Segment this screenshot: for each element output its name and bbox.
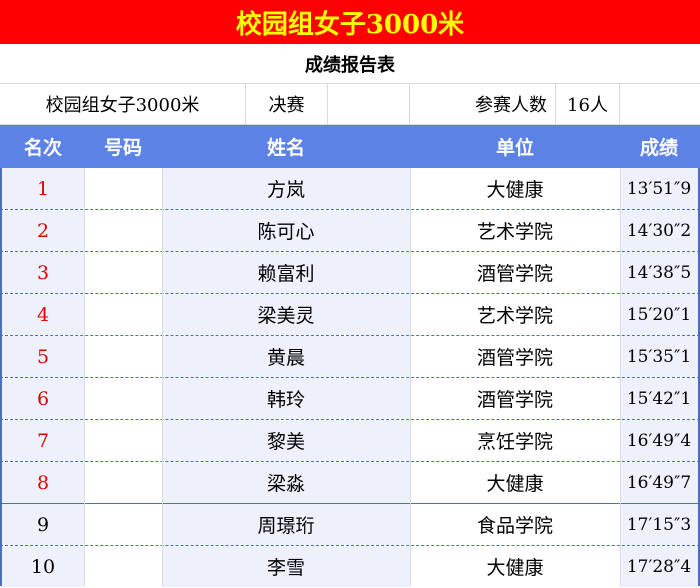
rank-cell: 1 bbox=[2, 168, 84, 209]
number-cell bbox=[84, 420, 162, 461]
unit-cell: 大健康 bbox=[410, 168, 620, 209]
round-label: 决赛 bbox=[246, 84, 328, 124]
unit-cell: 烹饪学院 bbox=[410, 420, 620, 461]
score-cell: 14′38″5 bbox=[620, 252, 698, 293]
unit-cell: 酒管学院 bbox=[410, 378, 620, 419]
number-cell bbox=[84, 252, 162, 293]
info-empty-cell bbox=[328, 84, 410, 124]
rank-cell: 8 bbox=[2, 462, 84, 503]
name-cell: 方岚 bbox=[162, 168, 410, 209]
name-cell: 黎美 bbox=[162, 420, 410, 461]
rank-cell: 6 bbox=[2, 378, 84, 419]
table-row: 10 李雪 大健康 17′28″4 bbox=[0, 546, 700, 588]
number-cell bbox=[84, 546, 162, 587]
number-cell bbox=[84, 210, 162, 251]
name-cell: 梁美灵 bbox=[162, 294, 410, 335]
table-row: 3 赖富利 酒管学院 14′38″5 bbox=[0, 252, 700, 294]
table-frame-left bbox=[0, 168, 2, 586]
table-row: 4 梁美灵 艺术学院 15′20″1 bbox=[0, 294, 700, 336]
name-cell: 韩玲 bbox=[162, 378, 410, 419]
score-cell: 15′35″1 bbox=[620, 336, 698, 377]
header-unit: 单位 bbox=[495, 137, 534, 159]
rank-cell: 4 bbox=[2, 294, 84, 335]
info-row: 校园组女子3000米 决赛 参赛人数 16人 bbox=[0, 84, 700, 125]
unit-cell: 酒管学院 bbox=[410, 336, 620, 377]
header-number: 号码 bbox=[103, 137, 142, 159]
unit-cell: 大健康 bbox=[410, 462, 620, 503]
score-cell: 17′15″3 bbox=[620, 504, 698, 545]
number-cell bbox=[84, 294, 162, 335]
unit-cell: 艺术学院 bbox=[410, 294, 620, 335]
number-cell bbox=[84, 168, 162, 209]
unit-cell: 艺术学院 bbox=[410, 210, 620, 251]
score-cell: 15′20″1 bbox=[620, 294, 698, 335]
unit-cell: 大健康 bbox=[410, 546, 620, 587]
header-name: 姓名 bbox=[266, 137, 305, 159]
score-cell: 13′51″9 bbox=[620, 168, 698, 209]
unit-cell: 食品学院 bbox=[410, 504, 620, 545]
table-row: 5 黄晨 酒管学院 15′35″1 bbox=[0, 336, 700, 378]
name-cell: 黄晨 bbox=[162, 336, 410, 377]
page-title: 校园组女子3000米 bbox=[0, 0, 700, 44]
participants-label: 参赛人数 bbox=[410, 84, 556, 124]
table-row: 6 韩玲 酒管学院 15′42″1 bbox=[0, 378, 700, 420]
number-cell bbox=[84, 462, 162, 503]
number-cell bbox=[84, 378, 162, 419]
rank-cell: 3 bbox=[2, 252, 84, 293]
report-subtitle: 成绩报告表 bbox=[0, 44, 700, 84]
column-divider bbox=[162, 168, 163, 586]
score-cell: 15′42″1 bbox=[620, 378, 698, 419]
number-cell bbox=[84, 504, 162, 545]
score-cell: 16′49″7 bbox=[620, 462, 698, 503]
column-divider bbox=[84, 168, 85, 586]
table-row: 9 周璟珩 食品学院 17′15″3 bbox=[0, 504, 700, 546]
table-row: 1 方岚 大健康 13′51″9 bbox=[0, 168, 700, 210]
table-row: 2 陈可心 艺术学院 14′30″2 bbox=[0, 210, 700, 252]
header-score: 成绩 bbox=[639, 137, 678, 159]
event-name: 校园组女子3000米 bbox=[0, 84, 246, 124]
score-cell: 16′49″4 bbox=[620, 420, 698, 461]
unit-cell: 酒管学院 bbox=[410, 252, 620, 293]
rank-cell: 5 bbox=[2, 336, 84, 377]
name-cell: 周璟珩 bbox=[162, 504, 410, 545]
name-cell: 李雪 bbox=[162, 546, 410, 587]
rank-cell: 2 bbox=[2, 210, 84, 251]
name-cell: 梁淼 bbox=[162, 462, 410, 503]
rank-cell: 10 bbox=[2, 546, 84, 587]
table-header: 名次 号码 姓名 单位 成绩 bbox=[0, 125, 700, 168]
participants-value: 16人 bbox=[556, 84, 620, 124]
column-divider bbox=[410, 168, 411, 586]
number-cell bbox=[84, 336, 162, 377]
rank-cell: 9 bbox=[2, 504, 84, 545]
rank-cell: 7 bbox=[2, 420, 84, 461]
name-cell: 赖富利 bbox=[162, 252, 410, 293]
header-rank: 名次 bbox=[23, 137, 62, 159]
column-divider bbox=[620, 168, 621, 586]
info-empty-cell bbox=[620, 84, 700, 124]
score-cell: 17′28″4 bbox=[620, 546, 698, 587]
name-cell: 陈可心 bbox=[162, 210, 410, 251]
table-row: 8 梁淼 大健康 16′49″7 bbox=[0, 462, 700, 504]
score-cell: 14′30″2 bbox=[620, 210, 698, 251]
table-row: 7 黎美 烹饪学院 16′49″4 bbox=[0, 420, 700, 462]
